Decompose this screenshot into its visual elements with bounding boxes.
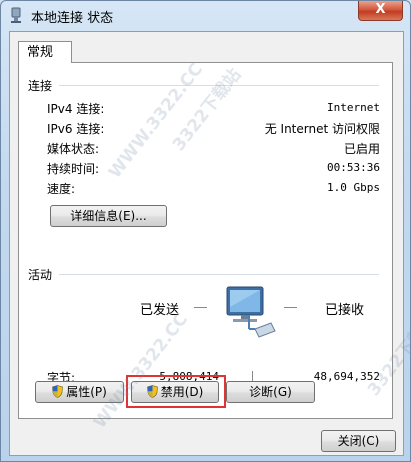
tab-general[interactable]: 常规 — [18, 41, 72, 63]
tab-panel-general: 连接 IPv4 连接: Internet IPv6 连接: 无 Internet… — [18, 62, 393, 419]
media-state-label: 媒体状态: — [47, 142, 100, 156]
status-window: 本地连接 状态 X 常规 连接 IPv4 连接: Internet IPv6 连… — [0, 0, 411, 462]
sent-label: 已发送 — [140, 303, 180, 318]
close-button[interactable]: 关闭(C) — [321, 430, 396, 452]
network-adapter-icon — [11, 7, 21, 23]
network-computer-icon — [226, 286, 276, 338]
ipv6-value: 无 Internet 访问权限 — [264, 122, 380, 136]
dialog-body: 常规 连接 IPv4 连接: Internet IPv6 连接: 无 Inter… — [9, 31, 404, 456]
received-label: 已接收 — [325, 303, 365, 318]
bytes-received-value: 48,694,352 — [313, 370, 380, 383]
ipv4-value: Internet — [327, 101, 380, 114]
connection-divider — [59, 85, 379, 86]
speed-value: 1.0 Gbps — [327, 181, 380, 194]
title-bar: 本地连接 状态 X — [1, 1, 410, 29]
ipv6-label: IPv6 连接: — [47, 122, 105, 136]
properties-button-label: 属性(P) — [66, 385, 107, 399]
activity-section-title: 活动 — [28, 268, 53, 282]
sent-dash — [194, 307, 207, 308]
duration-value: 00:53:36 — [327, 161, 380, 174]
received-dash — [284, 307, 297, 308]
diagnose-button[interactable]: 诊断(G) — [226, 381, 315, 403]
properties-button[interactable]: 属性(P) — [35, 381, 124, 403]
duration-label: 持续时间: — [47, 162, 100, 176]
highlight-box — [126, 375, 226, 408]
details-button[interactable]: 详细信息(E)... — [50, 205, 167, 227]
activity-divider — [59, 274, 379, 275]
shield-icon — [52, 385, 64, 398]
close-window-button[interactable]: X — [358, 1, 403, 21]
connection-section-title: 连接 — [28, 79, 53, 93]
media-state-value: 已启用 — [343, 142, 380, 156]
ipv4-label: IPv4 连接: — [47, 102, 105, 116]
window-title: 本地连接 状态 — [31, 11, 114, 26]
speed-label: 速度: — [47, 182, 76, 196]
